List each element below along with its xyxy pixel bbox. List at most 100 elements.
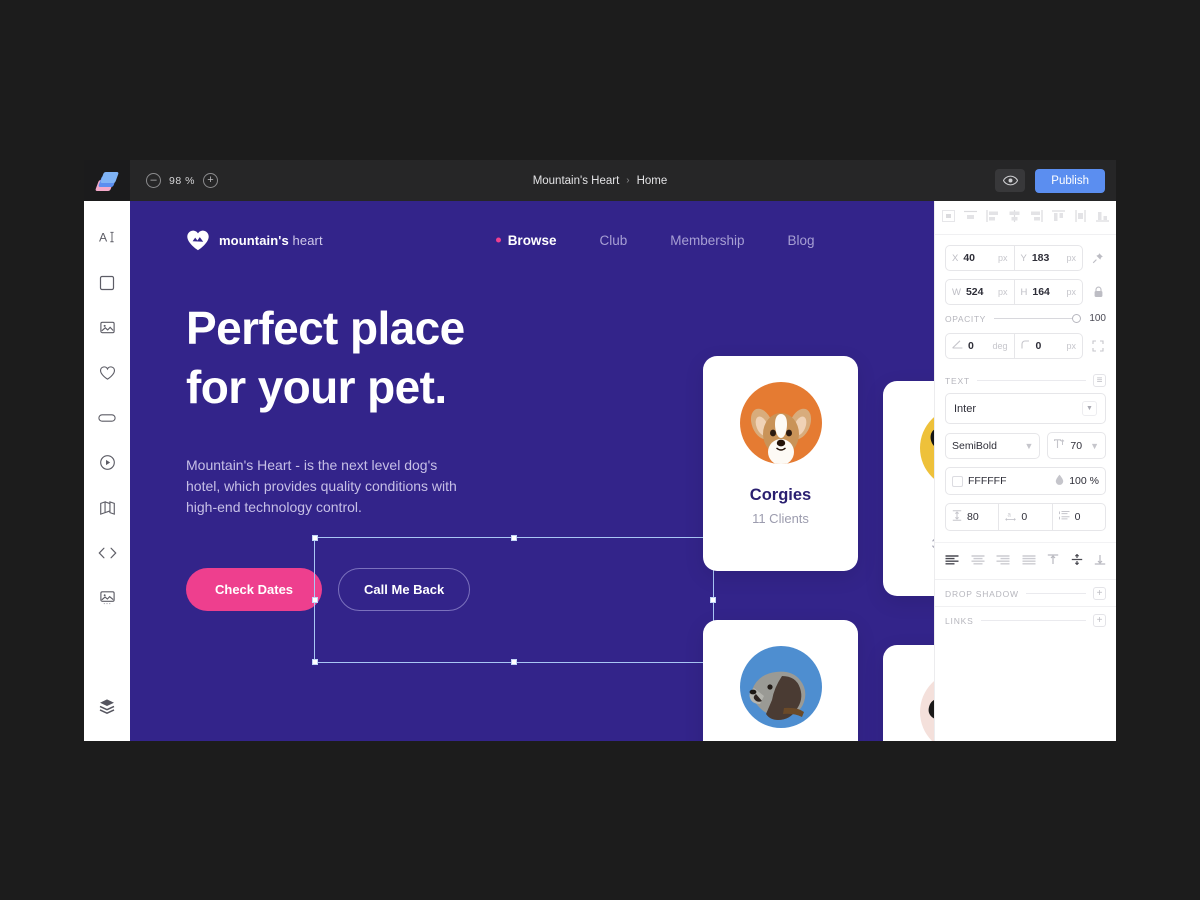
- map-tool[interactable]: [84, 485, 130, 530]
- vertical-align-middle-icon[interactable]: [1071, 553, 1083, 568]
- add-drop-shadow-button[interactable]: +: [1093, 587, 1106, 600]
- distribute-horizontal-icon[interactable]: [1074, 210, 1087, 225]
- text-align-right-icon[interactable]: [996, 554, 1010, 568]
- site-brand[interactable]: mountain's heart: [186, 229, 323, 251]
- corgi-photo: [739, 382, 822, 464]
- y-field[interactable]: Y 183 px: [1015, 246, 1083, 270]
- color-swatch[interactable]: [952, 475, 963, 487]
- section-divider: [980, 620, 1086, 621]
- rotation-unit: deg: [992, 341, 1008, 351]
- mountain-heart-logo-icon: [186, 229, 210, 251]
- paragraph-spacing-icon: [1058, 510, 1070, 524]
- nav-item-club[interactable]: Club: [599, 233, 627, 248]
- text-color-field[interactable]: FFFFFF: [946, 468, 1041, 494]
- text-tool[interactable]: A: [84, 215, 130, 260]
- font-size-field[interactable]: 70 ▼: [1048, 433, 1105, 458]
- text-alignment-toolbar: [935, 542, 1116, 579]
- call-me-back-button[interactable]: Call Me Back: [338, 568, 471, 611]
- text-color-opacity-field[interactable]: 100 %: [1041, 468, 1105, 494]
- check-dates-button[interactable]: Check Dates: [186, 568, 323, 611]
- font-weight-select[interactable]: SemiBold ▼: [946, 434, 1039, 458]
- vertical-align-top-icon[interactable]: [1047, 554, 1059, 568]
- x-field[interactable]: X 40 px: [946, 246, 1015, 270]
- zoom-level-value: 98 %: [169, 174, 195, 187]
- publish-button[interactable]: Publish: [1035, 168, 1105, 193]
- width-field[interactable]: W 524 px: [946, 280, 1015, 304]
- breed-card-corgies[interactable]: Corgies 11 Clients: [703, 356, 858, 571]
- code-tool[interactable]: [84, 530, 130, 575]
- links-section-header: LINKS +: [935, 606, 1116, 633]
- font-family-select[interactable]: Inter ▼: [945, 393, 1106, 424]
- resize-handle-top-left[interactable]: [312, 535, 318, 541]
- gallery-tool[interactable]: [84, 575, 130, 620]
- height-field[interactable]: H 164 px: [1015, 280, 1083, 304]
- favorite-tool[interactable]: [84, 350, 130, 395]
- zoom-controls: – 98 % +: [146, 173, 218, 188]
- resize-handle-bottom-left[interactable]: [312, 659, 318, 665]
- letter-spacing-icon: a: [1005, 510, 1017, 524]
- align-right-edges-icon[interactable]: [1030, 210, 1043, 225]
- hero-subtitle[interactable]: Mountain's Heart - is the next level dog…: [130, 455, 460, 518]
- align-center-horizontal-icon[interactable]: [964, 210, 977, 225]
- button-tool[interactable]: [84, 395, 130, 440]
- brand-light: heart: [292, 232, 323, 248]
- options-icon[interactable]: ≡: [1093, 374, 1106, 387]
- rectangle-tool[interactable]: [84, 260, 130, 305]
- hero-title-line-1: Perfect place: [186, 302, 465, 354]
- layers-tool[interactable]: [84, 684, 130, 729]
- font-size-icon: [1054, 439, 1065, 452]
- paragraph-spacing-value: 0: [1074, 511, 1081, 523]
- line-height-value: 80: [967, 511, 979, 523]
- paragraph-spacing-field[interactable]: 0: [1053, 504, 1105, 530]
- font-weight-value: SemiBold: [952, 439, 997, 452]
- breed-card-weimaraners[interactable]: Weimaraners 28 Clients: [703, 620, 858, 741]
- site-nav: Browse Club Membership Blog: [508, 233, 815, 248]
- angle-icon: [952, 340, 963, 352]
- add-link-button[interactable]: +: [1093, 614, 1106, 627]
- vertical-align-bottom-icon[interactable]: [1094, 554, 1106, 568]
- nav-item-membership[interactable]: Membership: [670, 233, 744, 248]
- breadcrumb-page[interactable]: Home: [637, 175, 668, 187]
- square-icon: [99, 275, 115, 290]
- image-icon: [99, 321, 115, 334]
- zoom-out-button[interactable]: –: [146, 173, 161, 188]
- text-align-left-icon[interactable]: [945, 554, 959, 568]
- text-section-header: TEXT ≡: [935, 367, 1116, 393]
- breadcrumb-separator-icon: ›: [626, 175, 630, 186]
- opacity-slider[interactable]: [993, 313, 1082, 323]
- x-value: 40: [963, 252, 976, 264]
- line-height-field[interactable]: 80: [946, 504, 1000, 530]
- text-align-justify-icon[interactable]: [1022, 554, 1036, 568]
- align-center-icon[interactable]: [1008, 210, 1021, 225]
- zoom-in-button[interactable]: +: [202, 173, 218, 188]
- alignment-toolbar: [935, 201, 1116, 235]
- text-cursor-icon: A: [99, 230, 114, 244]
- font-color-row: FFFFFF 100 %: [945, 467, 1106, 495]
- breadcrumb-project[interactable]: Mountain's Heart: [533, 175, 620, 187]
- nav-item-browse[interactable]: Browse: [508, 233, 557, 248]
- design-canvas[interactable]: mountain's heart Browse Club Membership …: [130, 201, 1116, 741]
- opacity-slider-knob[interactable]: [1072, 313, 1082, 323]
- align-left-icon[interactable]: [942, 210, 955, 225]
- corner-radius-field[interactable]: 0 px: [1015, 334, 1083, 358]
- text-align-center-icon[interactable]: [971, 554, 985, 568]
- resize-handle-top-center[interactable]: [511, 535, 517, 541]
- resize-handle-bottom-center[interactable]: [511, 659, 517, 665]
- expand-corners-icon[interactable]: [1090, 340, 1106, 352]
- align-top-icon[interactable]: [1052, 210, 1065, 225]
- app-logo-icon: [94, 170, 120, 192]
- video-tool[interactable]: [84, 440, 130, 485]
- opacity-control: OPACITY 100: [945, 313, 1106, 324]
- app-logo[interactable]: [84, 160, 130, 201]
- nav-item-blog[interactable]: Blog: [788, 233, 815, 248]
- letter-spacing-field[interactable]: a 0: [999, 504, 1053, 530]
- lock-icon[interactable]: [1090, 286, 1106, 298]
- pin-icon[interactable]: [1090, 252, 1106, 264]
- rotation-field[interactable]: 0 deg: [946, 334, 1015, 358]
- editor-body: A mountain's heart Browse Club Membershi…: [84, 201, 1116, 741]
- distribute-vertical-icon[interactable]: [1096, 210, 1109, 225]
- image-tool[interactable]: [84, 305, 130, 350]
- preview-button[interactable]: [995, 169, 1026, 192]
- align-left-edges-icon[interactable]: [986, 210, 999, 225]
- hero-title[interactable]: Perfect place for your pet.: [186, 299, 465, 417]
